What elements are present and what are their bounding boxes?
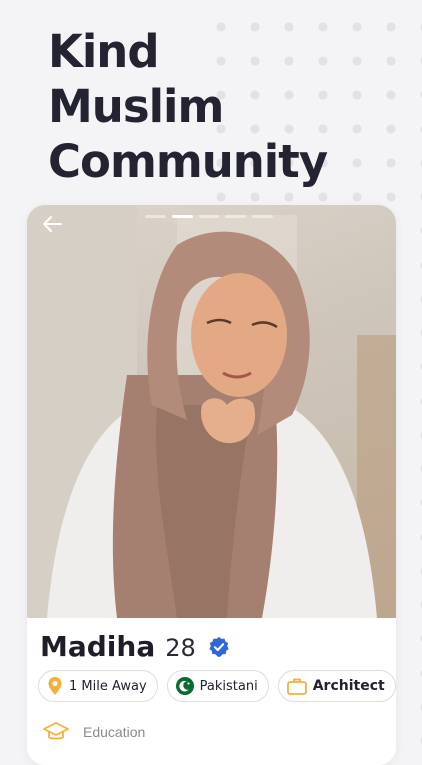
profile-chips: 1 Mile Away Pakistani Architect xyxy=(38,670,396,702)
education-row: Education xyxy=(43,721,145,743)
profile-name: Madiha xyxy=(40,630,156,663)
profile-age: 28 xyxy=(165,634,196,662)
location-pin-icon xyxy=(47,676,63,696)
nationality-chip: Pakistani xyxy=(166,670,269,702)
back-button[interactable] xyxy=(41,213,67,239)
graduation-cap-icon xyxy=(43,722,69,740)
profession-text: Architect xyxy=(312,678,385,694)
briefcase-icon xyxy=(286,677,307,695)
nationality-text: Pakistani xyxy=(199,678,258,694)
headline-line-2: Muslim xyxy=(48,80,224,133)
education-label: Education xyxy=(83,724,146,740)
back-arrow-icon xyxy=(43,216,62,232)
headline-line-1: Kind xyxy=(48,25,160,78)
progress-segment-active xyxy=(171,215,193,218)
headline-line-3: Community xyxy=(48,135,328,188)
profile-photo[interactable] xyxy=(27,205,396,618)
profession-chip: Architect xyxy=(277,670,396,702)
profile-photo-illustration xyxy=(27,205,396,618)
progress-segment xyxy=(225,215,247,218)
progress-segment xyxy=(145,215,166,218)
distance-chip: 1 Mile Away xyxy=(38,670,158,702)
profile-info: Madiha 28 1 Mile Away Pakistani Architec… xyxy=(27,618,396,765)
profile-card[interactable]: Madiha 28 1 Mile Away Pakistani Architec… xyxy=(27,205,396,765)
headline: Kind Muslim Community xyxy=(48,24,328,189)
name-row: Madiha 28 xyxy=(40,630,230,663)
progress-segment xyxy=(198,215,220,218)
pakistan-flag-icon xyxy=(175,677,194,695)
distance-text: 1 Mile Away xyxy=(69,678,147,694)
progress-segment xyxy=(252,215,273,218)
photo-progress-indicator xyxy=(145,215,273,218)
verified-badge-icon xyxy=(209,636,229,657)
